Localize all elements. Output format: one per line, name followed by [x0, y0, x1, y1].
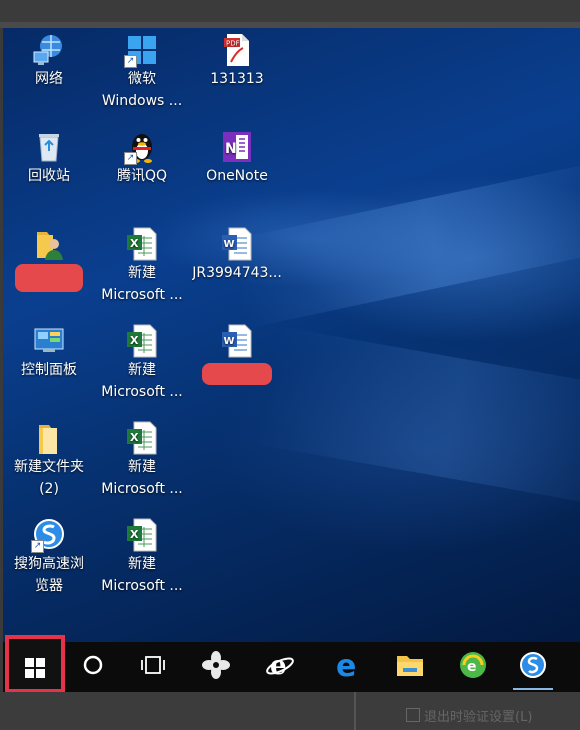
svg-text:X: X [130, 334, 139, 347]
sogou-browser-icon: ↗ [31, 517, 67, 553]
icon-label: JR3994743... [192, 265, 282, 281]
windows-logo-icon: ↗ [124, 32, 160, 68]
active-indicator [513, 688, 553, 690]
recycle-bin-icon [31, 129, 67, 165]
desktop-icon-word-file-jr[interactable]: W JR3994743... [192, 226, 282, 284]
file-explorer-icon [395, 652, 425, 682]
desktop-icon-network[interactable]: 网络 [4, 32, 94, 90]
fan-app-icon [201, 650, 231, 684]
icon-label: 131313 [210, 71, 264, 87]
svg-text:e: e [467, 659, 477, 675]
svg-text:X: X [130, 237, 139, 250]
ie-browser-button[interactable]: e [250, 642, 310, 692]
svg-text:X: X [130, 431, 139, 444]
svg-text:W: W [224, 239, 235, 250]
icon-label-line2: Windows ... [101, 93, 183, 109]
desktop-icon-pdf-file[interactable]: PDF 131313 [192, 32, 282, 90]
icon-label-line2: Microsoft ... [101, 578, 183, 594]
icon-label: 新建 [128, 362, 156, 378]
verify-on-exit-label: 退出时验证设置(L) [424, 710, 533, 725]
icon-label-line2: Microsoft ... [101, 481, 183, 497]
desktop-icon-windows-shortcut[interactable]: ↗ 微软 Windows ... [97, 32, 187, 112]
cortana-search-button[interactable] [63, 642, 123, 692]
desktop-icon-new-folder[interactable]: 新建文件夹 (2) [4, 420, 94, 500]
control-panel-icon [31, 323, 67, 359]
edge-browser-icon: e [333, 649, 363, 684]
desktop-icon-excel-file-3[interactable]: X 新建 Microsoft ... [97, 420, 187, 500]
icon-label: 新建文件夹 [14, 459, 84, 475]
excel-icon: X [124, 226, 160, 262]
task-view-button[interactable] [123, 642, 183, 692]
network-icon [31, 32, 67, 68]
icon-label-line2: Microsoft ... [101, 384, 183, 400]
desktop-icon-sogou-browser[interactable]: ↗ 搜狗高速浏 览器 [4, 517, 94, 597]
file-explorer-button[interactable] [380, 642, 440, 692]
shortcut-arrow-icon: ↗ [124, 152, 137, 165]
360-browser-button[interactable]: e [443, 642, 503, 692]
desktop-icon-user-folder[interactable] [4, 226, 94, 292]
start-button[interactable] [5, 635, 65, 693]
icon-label: 新建 [128, 556, 156, 572]
svg-text:e: e [270, 651, 287, 681]
icon-label: 微软 [128, 71, 156, 87]
word-icon: W [219, 323, 255, 359]
icon-label: 网络 [35, 71, 63, 87]
icon-label-line2: (2) [39, 481, 59, 497]
icon-label: 新建 [128, 265, 156, 281]
desktop-icon-control-panel[interactable]: 控制面板 [4, 323, 94, 381]
excel-icon: X [124, 420, 160, 456]
icon-label: 新建 [128, 459, 156, 475]
shortcut-arrow-icon: ↗ [124, 55, 137, 68]
qq-penguin-icon: ↗ [124, 129, 160, 165]
background-window-divider [354, 692, 356, 730]
ie-browser-icon: e [264, 649, 296, 685]
desktop-icon-excel-file-4[interactable]: X 新建 Microsoft ... [97, 517, 187, 597]
icon-label: 控制面板 [21, 362, 77, 378]
svg-text:PDF: PDF [226, 40, 240, 48]
svg-text:e: e [336, 650, 356, 680]
shortcut-arrow-icon: ↗ [31, 540, 44, 553]
icon-label-line2: 览器 [35, 578, 63, 594]
pdf-icon: PDF [219, 32, 255, 68]
desktop-icon-tencent-qq[interactable]: ↗ 腾讯QQ [97, 129, 187, 187]
icon-label-line2: Microsoft ... [101, 287, 183, 303]
desktop-icon-recycle-bin[interactable]: 回收站 [4, 129, 94, 187]
wallpaper-light-beam [255, 325, 580, 511]
sogou-browser-icon [518, 650, 548, 684]
desktop-icon-excel-file-2[interactable]: X 新建 Microsoft ... [97, 323, 187, 403]
icon-label: 搜狗高速浏 [14, 556, 84, 572]
word-icon: W [219, 226, 255, 262]
fan-app-button[interactable] [186, 642, 246, 692]
svg-text:W: W [224, 336, 235, 347]
redacted-label [15, 264, 83, 292]
redacted-label [202, 363, 272, 385]
icon-label: 回收站 [28, 168, 70, 184]
taskbar: e e e [3, 642, 580, 692]
start-windows-icon [24, 657, 46, 683]
desktop-icon-excel-file-1[interactable]: X 新建 Microsoft ... [97, 226, 187, 306]
onenote-icon: N [219, 129, 255, 165]
icon-label: OneNote [206, 168, 268, 184]
excel-icon: X [124, 323, 160, 359]
svg-text:N: N [225, 141, 237, 157]
svg-text:X: X [130, 528, 139, 541]
task-view-icon [139, 654, 167, 680]
user-folder-icon [31, 226, 67, 262]
excel-icon: X [124, 517, 160, 553]
cortana-search-icon [82, 654, 104, 680]
verify-on-exit-checkbox[interactable] [406, 708, 420, 722]
desktop: 网络 ↗ 微软 Windows ... PDF 131313 回收站 ↗ 腾讯Q… [3, 28, 580, 642]
desktop-icon-word-file-redacted[interactable]: W [192, 323, 282, 385]
sogou-browser-taskbar-button[interactable] [503, 642, 563, 692]
icon-label: 腾讯QQ [116, 168, 168, 184]
edge-browser-button[interactable]: e [318, 642, 378, 692]
desktop-icon-onenote[interactable]: N OneNote [192, 129, 282, 187]
folder-icon [31, 420, 67, 456]
window-top-strip [0, 0, 580, 22]
360-browser-icon: e [458, 650, 488, 684]
